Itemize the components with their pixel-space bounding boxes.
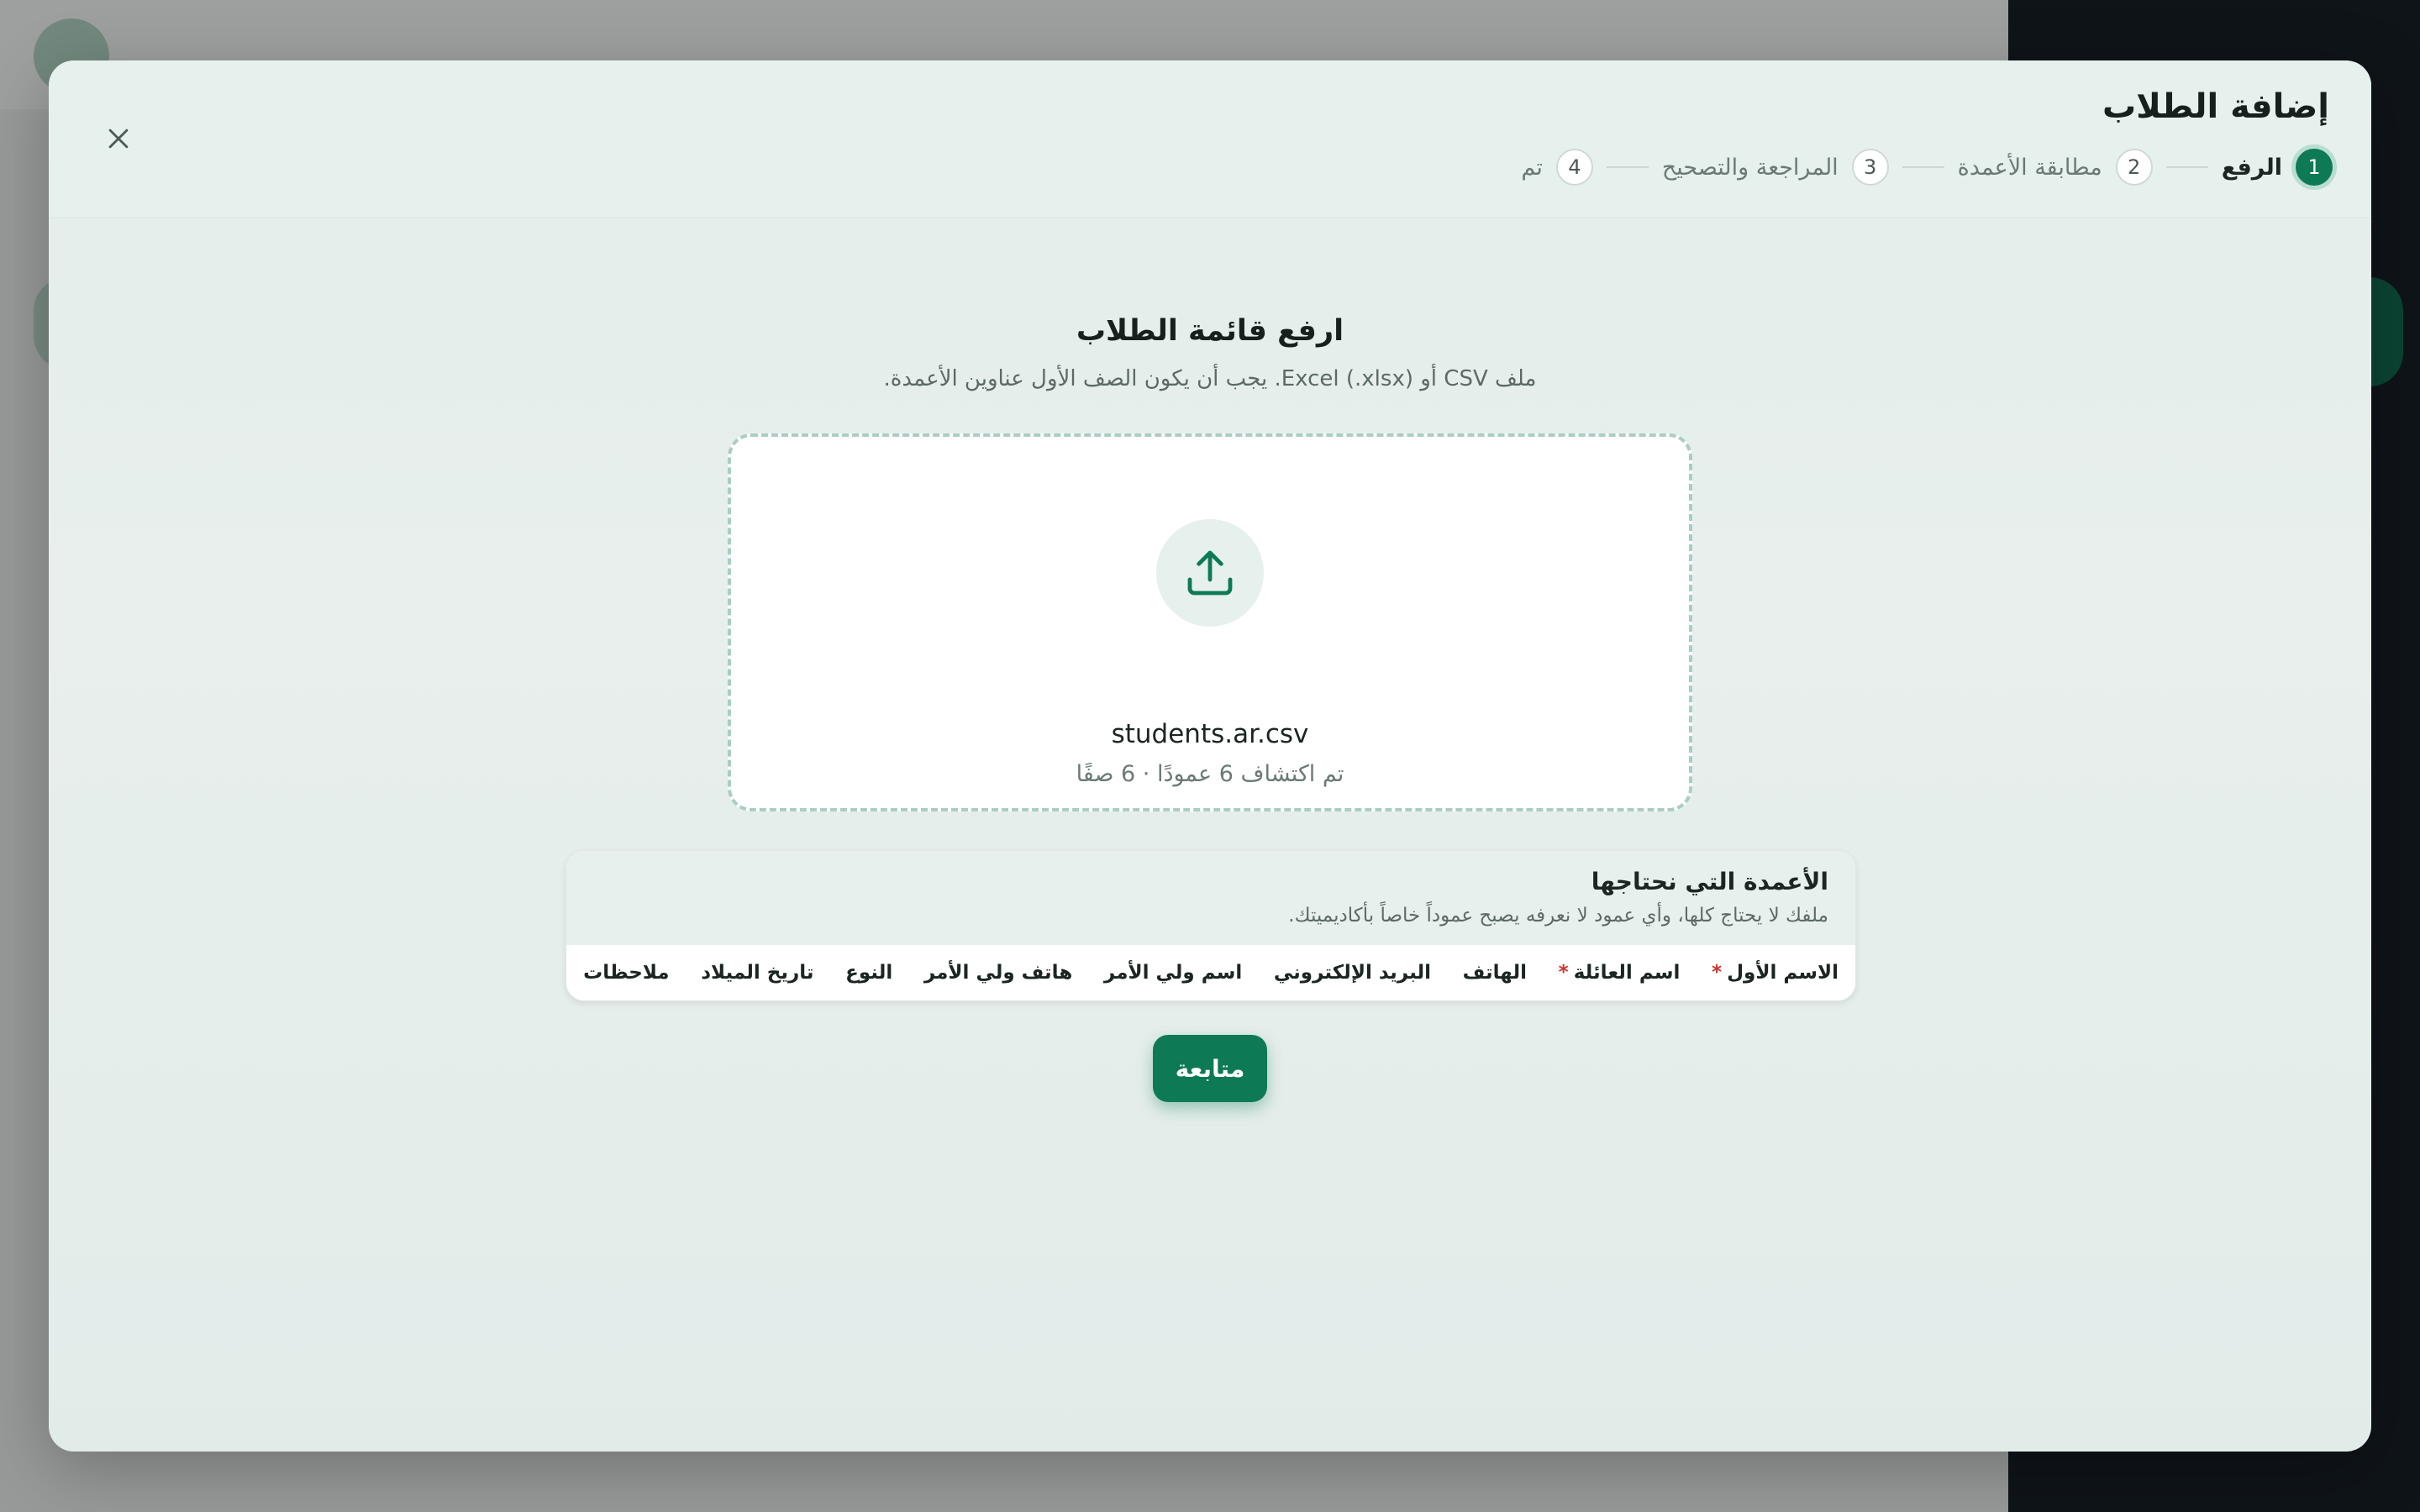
- upload-title: ارفع قائمة الطلاب: [1076, 314, 1344, 348]
- step-done: 4 تم: [1521, 149, 1593, 186]
- step-label: مطابقة الأعمدة: [1957, 154, 2102, 181]
- step-label: المراجعة والتصحيح: [1661, 154, 1839, 181]
- uploaded-file-meta: تم اكتشاف 6 عمودًا · 6 صفًا: [1076, 761, 1344, 787]
- step-label: تم: [1521, 154, 1543, 181]
- required-marker: *: [1558, 962, 1569, 984]
- stepper: 1 الرفع 2 مطابقة الأعمدة 3 المراجعة والت…: [1521, 146, 2333, 188]
- column-label: اسم العائلة: [1573, 962, 1681, 984]
- column-last-name: اسم العائلة*: [1559, 962, 1681, 984]
- step-number: 2: [2115, 149, 2153, 186]
- step-upload: 1 الرفع: [2222, 149, 2333, 186]
- columns-title: الأعمدة التي نحتاجها: [1591, 868, 1828, 895]
- column-label: الاسم الأول: [1727, 962, 1839, 984]
- columns-note: ملفك لا يحتاج كلها، وأي عمود لا نعرفه يص…: [1288, 905, 1828, 927]
- add-students-modal: إضافة الطلاب 1 الرفع 2 مطابقة الأعمدة 3 …: [49, 60, 2371, 1452]
- column-first-name: الاسم الأول*: [1712, 962, 1839, 984]
- step-column-mapping: 2 مطابقة الأعمدة: [1958, 149, 2153, 186]
- step-number: 4: [1555, 149, 1593, 186]
- upload-icon-container: [1156, 519, 1264, 627]
- required-columns-card: الأعمدة التي نحتاجها ملفك لا يحتاج كلها،…: [566, 850, 1856, 1001]
- step-label: الرفع: [2221, 154, 2282, 181]
- step-number: 1: [2296, 149, 2333, 186]
- column-guardian-name: اسم ولي الأمر: [1103, 962, 1243, 984]
- modal-header: إضافة الطلاب 1 الرفع 2 مطابقة الأعمدة 3 …: [49, 60, 2371, 218]
- uploaded-file-name: students.ar.csv: [1111, 719, 1309, 749]
- step-review: 3 المراجعة والتصحيح: [1662, 149, 1889, 186]
- step-separator: [1606, 166, 1649, 168]
- upload-subtitle: ملف CSV أو Excel (.xlsx). يجب أن يكون ال…: [883, 366, 1537, 391]
- file-dropzone[interactable]: students.ar.csv تم اكتشاف 6 عمودًا · 6 ص…: [728, 433, 1692, 811]
- column-birth-date: تاريخ الميلاد: [701, 962, 814, 984]
- continue-button[interactable]: متابعة: [1153, 1035, 1267, 1102]
- column-email: البريد الإلكتروني: [1273, 962, 1431, 984]
- required-marker: *: [1712, 962, 1723, 984]
- close-icon: [108, 129, 129, 149]
- columns-card-header: الأعمدة التي نحتاجها ملفك لا يحتاج كلها،…: [566, 851, 1855, 945]
- column-guardian-phone: هاتف ولي الأمر: [923, 962, 1073, 984]
- step-separator: [2165, 166, 2208, 168]
- columns-list: الاسم الأول* اسم العائلة* الهاتف البريد …: [583, 945, 1839, 1000]
- close-button[interactable]: [99, 119, 138, 158]
- step-number: 3: [1851, 149, 1889, 186]
- modal-title: إضافة الطلاب: [2102, 87, 2329, 126]
- column-notes: ملاحظات: [583, 962, 670, 984]
- upload-icon: [1187, 550, 1233, 596]
- column-phone: الهاتف: [1462, 962, 1528, 984]
- step-separator: [1902, 166, 1944, 168]
- column-gender: النوع: [845, 962, 893, 984]
